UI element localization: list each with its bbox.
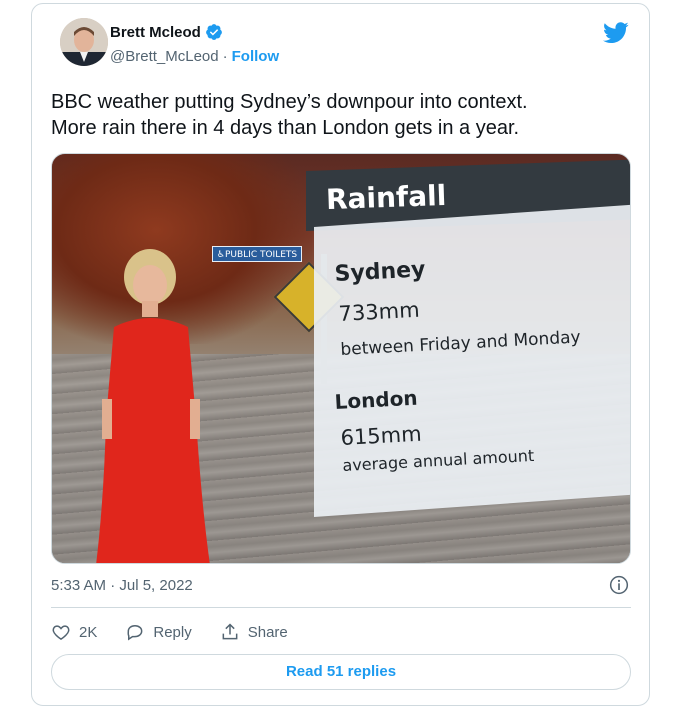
like-count: 2K — [79, 623, 98, 641]
action-bar: 2K Reply Share — [51, 620, 316, 644]
tweet-text: BBC weather putting Sydney’s downpour in… — [51, 91, 528, 139]
heart-icon — [52, 625, 70, 640]
graphic-london-value: 615mm — [340, 421, 423, 450]
tweet-timestamp[interactable]: 5:33 AM · Jul 5, 2022 — [51, 577, 193, 594]
share-button[interactable]: Share — [220, 622, 288, 642]
street-sign: ♿PUBLIC TOILETS — [212, 246, 302, 262]
reply-button[interactable]: Reply — [125, 622, 192, 642]
graphic-sydney-value: 733mm — [338, 297, 421, 326]
reply-bubble-icon — [127, 624, 143, 641]
share-icon — [222, 623, 238, 640]
twitter-bird-icon[interactable] — [603, 22, 629, 44]
presenter-figure — [96, 249, 210, 563]
author-name[interactable]: Brett Mcleod — [110, 24, 201, 41]
divider — [51, 607, 631, 608]
graphic-title: Rainfall — [325, 178, 447, 217]
author-handle[interactable]: @Brett_McLeod — [110, 48, 219, 65]
info-icon[interactable] — [609, 575, 629, 595]
graphic-london-label: London — [334, 385, 419, 414]
separator-dot: · — [222, 48, 228, 65]
follow-button[interactable]: Follow — [232, 48, 280, 65]
avatar[interactable] — [60, 18, 108, 66]
author-name-row: Brett Mcleod — [110, 23, 223, 41]
reply-label: Reply — [153, 623, 192, 641]
read-replies-button[interactable]: Read 51 replies — [51, 654, 631, 690]
verified-badge-icon — [205, 24, 222, 40]
tweet-card: Brett Mcleod @Brett_McLeod · Follow BBC … — [31, 3, 650, 706]
graphic-sydney-label: Sydney — [334, 257, 427, 287]
share-label: Share — [247, 623, 288, 641]
like-button[interactable]: 2K — [51, 622, 97, 642]
tweet-media-image[interactable]: ♿PUBLIC TOILETS Rainfall Sydney 733mm be… — [51, 153, 631, 564]
handle-row: @Brett_McLeod · Follow — [110, 48, 279, 65]
